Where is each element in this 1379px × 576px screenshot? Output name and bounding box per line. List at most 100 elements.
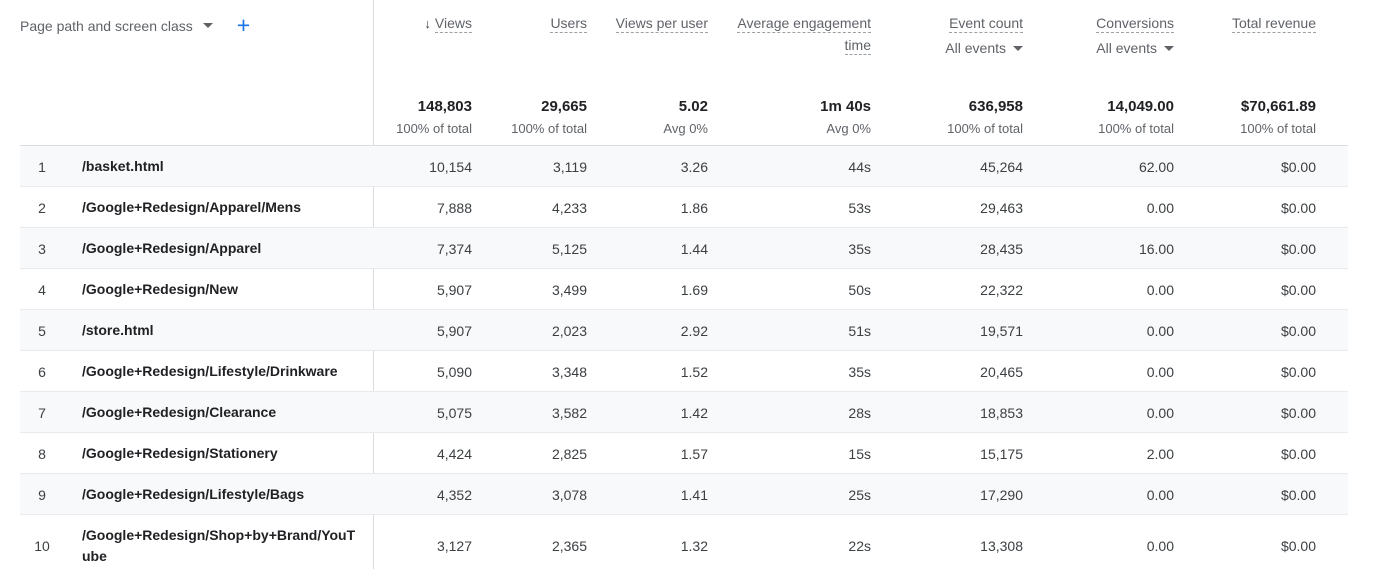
table-row[interactable]: 6/Google+Redesign/Lifestyle/Drinkware5,0… [0, 351, 1379, 392]
column-header-conversions[interactable]: Conversions All events [1023, 0, 1174, 59]
row-index: 9 [20, 487, 82, 503]
row-dimension-value[interactable]: /Google+Redesign/Lifestyle/Drinkware [82, 351, 373, 392]
table-row[interactable]: 1/basket.html10,1543,1193.2644s45,26462.… [0, 146, 1379, 187]
row-cell-users: 5,125 [472, 231, 587, 267]
table-body: 1/basket.html10,1543,1193.2644s45,26462.… [0, 146, 1379, 576]
row-cell-event-count: 22,322 [871, 272, 1023, 308]
row-cell-users: 3,078 [472, 477, 587, 513]
row-cell-views: 4,424 [373, 436, 472, 472]
table-row[interactable]: 5/store.html5,9072,0232.9251s19,5710.00$… [0, 310, 1379, 351]
row-cell-event-count: 13,308 [871, 528, 1023, 564]
row-dimension-value[interactable]: /store.html [82, 310, 373, 351]
row-dimension-value[interactable]: /Google+Redesign/Apparel [82, 228, 373, 269]
row-cell-conversions: 0.00 [1023, 395, 1174, 431]
row-cell-conversions: 16.00 [1023, 231, 1174, 267]
sort-descending-icon[interactable]: ↓ [424, 16, 431, 31]
row-cell-views-per-user: 1.41 [587, 477, 708, 513]
conversions-filter-dropdown[interactable]: All events [1023, 37, 1174, 59]
column-header-users[interactable]: Users [472, 0, 587, 34]
row-dimension-value[interactable]: /Google+Redesign/Stationery [82, 433, 373, 474]
row-cell-event-count: 45,264 [871, 149, 1023, 185]
column-header-event-count[interactable]: Event count All events [871, 0, 1023, 59]
row-cell-users: 3,119 [472, 149, 587, 185]
row-cell-total-revenue: $0.00 [1174, 395, 1316, 431]
row-cell-views-per-user: 1.44 [587, 231, 708, 267]
total-total-revenue-value: $70,661.89 [1174, 96, 1316, 118]
row-cell-event-count: 18,853 [871, 395, 1023, 431]
row-cell-views: 5,090 [373, 354, 472, 390]
row-dimension-value[interactable]: /Google+Redesign/Apparel/Mens [82, 187, 373, 228]
row-cell-event-count: 17,290 [871, 477, 1023, 513]
column-header-views[interactable]: ↓ Views [373, 0, 472, 35]
row-cell-users: 4,233 [472, 190, 587, 226]
column-header-views-per-user-label[interactable]: Views per user [616, 15, 708, 33]
total-average-engagement-time-value: 1m 40s [708, 96, 871, 118]
column-header-total-revenue[interactable]: Total revenue [1174, 0, 1316, 34]
table-row[interactable]: 9/Google+Redesign/Lifestyle/Bags4,3523,0… [0, 474, 1379, 515]
row-cell-users: 3,499 [472, 272, 587, 308]
chevron-down-icon[interactable] [1164, 46, 1174, 51]
row-cell-average-engagement-time: 50s [708, 272, 871, 308]
chevron-down-icon[interactable] [203, 23, 213, 28]
dimension-selector[interactable]: Page path and screen class + [20, 0, 373, 37]
row-index: 7 [20, 405, 82, 421]
table-row[interactable]: 10/Google+Redesign/Shop+by+Brand/YouTube… [0, 515, 1379, 576]
row-cell-users: 2,825 [472, 436, 587, 472]
row-index: 1 [20, 159, 82, 175]
report-data-table: Page path and screen class + ↓ Views User… [0, 0, 1379, 576]
column-header-conversions-label[interactable]: Conversions [1096, 15, 1174, 33]
row-cell-event-count: 20,465 [871, 354, 1023, 390]
event-count-filter-dropdown[interactable]: All events [871, 37, 1023, 59]
row-cell-views-per-user: 1.69 [587, 272, 708, 308]
total-users: 29,665 100% of total [472, 96, 587, 139]
row-dimension-value[interactable]: /basket.html [82, 146, 373, 187]
table-row[interactable]: 2/Google+Redesign/Apparel/Mens7,8884,233… [0, 187, 1379, 228]
event-count-filter-label: All events [945, 40, 1006, 56]
row-cell-conversions: 0.00 [1023, 272, 1174, 308]
column-header-total-revenue-label[interactable]: Total revenue [1232, 15, 1316, 33]
table-row[interactable]: 4/Google+Redesign/New5,9073,4991.6950s22… [0, 269, 1379, 310]
row-cell-views-per-user: 1.42 [587, 395, 708, 431]
row-cell-total-revenue: $0.00 [1174, 231, 1316, 267]
table-row-cells: 8/Google+Redesign/Stationery4,4242,8251.… [0, 433, 1379, 474]
row-index: 5 [20, 323, 82, 339]
row-dimension-value[interactable]: /Google+Redesign/New [82, 269, 373, 310]
column-header-average-engagement-time[interactable]: Average engagement time [708, 0, 871, 56]
row-dimension-value[interactable]: /Google+Redesign/Lifestyle/Bags [82, 474, 373, 515]
table-row[interactable]: 8/Google+Redesign/Stationery4,4242,8251.… [0, 433, 1379, 474]
table-row-cells: 1/basket.html10,1543,1193.2644s45,26462.… [0, 146, 1379, 187]
total-total-revenue: $70,661.89 100% of total [1174, 96, 1316, 139]
table-row[interactable]: 7/Google+Redesign/Clearance5,0753,5821.4… [0, 392, 1379, 433]
row-dimension-value[interactable]: /Google+Redesign/Clearance [82, 392, 373, 433]
row-cell-event-count: 15,175 [871, 436, 1023, 472]
column-header-views-label[interactable]: Views [435, 15, 472, 33]
total-views-per-user: 5.02 Avg 0% [587, 96, 708, 139]
row-cell-average-engagement-time: 28s [708, 395, 871, 431]
table-row-cells: 4/Google+Redesign/New5,9073,4991.6950s22… [0, 269, 1379, 310]
row-index: 8 [20, 446, 82, 462]
total-views-per-user-sub: Avg 0% [587, 119, 708, 139]
total-average-engagement-time: 1m 40s Avg 0% [708, 96, 871, 139]
row-cell-views-per-user: 1.86 [587, 190, 708, 226]
table-row-cells: 3/Google+Redesign/Apparel7,3745,1251.443… [0, 228, 1379, 269]
row-cell-views: 5,907 [373, 272, 472, 308]
column-header-average-engagement-time-label[interactable]: Average engagement time [737, 15, 871, 55]
column-header-event-count-label[interactable]: Event count [949, 15, 1023, 33]
table-row[interactable]: 3/Google+Redesign/Apparel7,3745,1251.443… [0, 228, 1379, 269]
row-dimension-value[interactable]: /Google+Redesign/Shop+by+Brand/YouTube [82, 515, 373, 576]
total-event-count: 636,958 100% of total [871, 96, 1023, 139]
total-users-sub: 100% of total [472, 119, 587, 139]
column-header-views-per-user[interactable]: Views per user [587, 0, 708, 34]
row-cell-average-engagement-time: 35s [708, 231, 871, 267]
column-header-users-label[interactable]: Users [550, 15, 587, 33]
row-cell-views: 10,154 [373, 149, 472, 185]
row-cell-conversions: 0.00 [1023, 354, 1174, 390]
chevron-down-icon[interactable] [1013, 46, 1023, 51]
table-row-cells: 5/store.html5,9072,0232.9251s19,5710.00$… [0, 310, 1379, 351]
row-cell-views-per-user: 3.26 [587, 149, 708, 185]
row-index: 4 [20, 282, 82, 298]
row-cell-event-count: 28,435 [871, 231, 1023, 267]
total-event-count-sub: 100% of total [871, 119, 1023, 139]
row-cell-average-engagement-time: 15s [708, 436, 871, 472]
plus-icon[interactable]: + [223, 14, 250, 37]
